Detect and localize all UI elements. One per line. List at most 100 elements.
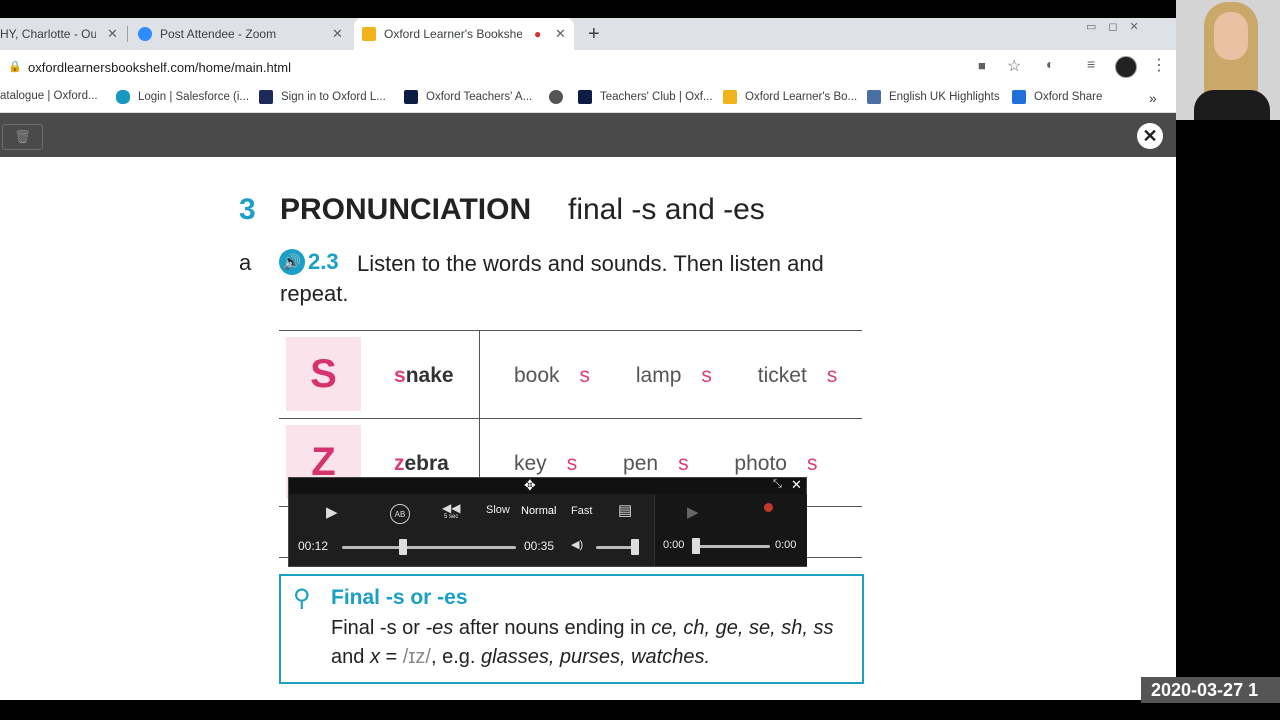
tab-close-icon[interactable]: ✕ [555,26,566,42]
speed-normal-button[interactable]: Normal [521,505,556,517]
bookmarks-more-button[interactable]: » [1149,90,1157,106]
bookmark-teachers-club[interactable]: Teachers' Club | Oxf... [578,90,713,104]
word-ending: s [806,452,818,475]
word-stem: ticket [757,364,807,387]
ab-repeat-button[interactable]: AB [390,504,410,524]
bookmark-label: Sign in to Oxford L... [281,91,386,103]
new-tab-button[interactable]: + [588,18,608,50]
word-stem: book [514,364,560,387]
player-close-icon[interactable]: ✕ [791,477,802,493]
tab-close-icon[interactable]: ✕ [332,26,343,42]
bookmark-label: English UK Highlights [889,91,1000,103]
player-drag-handle[interactable]: ✥ ⤡ ✕ [289,477,806,494]
audio-track-number[interactable]: 2.3 [308,249,339,275]
bookmark-globe[interactable] [549,90,571,104]
word-ending: s [826,364,838,387]
tab-close-icon[interactable]: ✕ [107,26,118,42]
star-icon[interactable]: ☆ [1007,56,1021,76]
example-word: ticket s [758,364,858,387]
trash-button[interactable]: 🗑 [2,124,43,150]
word-stem: key [514,452,547,475]
close-button[interactable]: ✕ [1137,123,1163,149]
speed-fast-button[interactable]: Fast [571,505,592,517]
bookshelf-icon [723,90,737,104]
oxford-icon [404,90,418,104]
example-word: book s [514,364,610,387]
bookmark-label: Login | Salesforce (i... [138,91,250,103]
bookmark-english-uk[interactable]: English UK Highlights [867,90,1000,104]
salesforce-icon [116,90,130,104]
avatar[interactable] [1115,56,1137,78]
english-uk-icon [867,90,881,104]
tab-label: Post Attendee - Zoom [160,27,277,41]
collapse-icon[interactable]: ⤡ [773,478,782,491]
tab-label: Oxford Learner's Bookshelf | [384,27,522,41]
bookmark-oxford-share[interactable]: Oxford Share [1012,90,1102,104]
progress-track[interactable] [342,546,516,549]
total-time: 00:35 [524,539,555,553]
url-field[interactable]: oxfordlearnersbookshelf.com/home/main.ht… [28,60,291,75]
tip-text-part: Final -s or [331,617,426,639]
recorder-play-button[interactable]: ▶ [687,503,699,521]
recording-handle[interactable] [692,538,700,554]
transcript-icon[interactable]: ▤ [618,501,632,519]
webcam-person-shirt [1194,90,1270,120]
word-ending: s [701,364,712,387]
bookmark-salesforce[interactable]: Login | Salesforce (i... [116,90,249,104]
extension-icon[interactable]: ◐ [1046,56,1054,72]
bookmark-catalogue[interactable]: atalogue | Oxford... [0,90,98,102]
bookmark-oup[interactable]: Sign in to Oxford L... [259,90,386,104]
speaker-icon[interactable]: 🔊 [279,249,305,275]
table-rule [279,418,862,419]
example-words: key s pen s photo s [514,452,857,476]
trash-icon: 🗑 [14,129,31,144]
progress-handle[interactable] [398,539,407,555]
table-rule [279,330,862,331]
move-icon[interactable]: ✥ [524,477,536,494]
sound-word: zebra [394,452,449,475]
tab-oxford-bookshelf[interactable]: Oxford Learner's Bookshelf | ● ✕ [354,18,574,50]
camera-icon[interactable]: ■ [978,58,986,73]
bookmark-label: Oxford Teachers' A... [426,91,533,103]
tip-text-part: ce, ch, ge, se, [651,617,776,639]
sound-word: snake [394,364,454,387]
exercise-instruction: Listen to the words and sounds. Then lis… [280,251,824,306]
recording-end-time: 0:00 [775,539,797,551]
lock-icon: 🔒 [8,61,22,73]
ipa-symbol: /ɪz/ [402,646,431,668]
play-button[interactable]: ▶ [326,503,338,521]
tab-zoom[interactable]: Post Attendee - Zoom ✕ [130,18,350,50]
bookmarks-bar: atalogue | Oxford... Login | Salesforce … [0,84,1176,113]
elapsed-time: 00:12 [298,539,329,553]
app-toolbar: 🗑 ✕ [0,113,1176,157]
volume-icon[interactable]: ◀) [571,538,583,551]
tab-label: HY, Charlotte - Outlo [0,27,96,41]
section-title: PRONUNCIATION [280,193,532,226]
speed-slow-button[interactable]: Slow [486,504,510,516]
bookmark-learners-bookshelf[interactable]: Oxford Learner's Bo... [723,90,857,104]
example-word: pen s [623,452,709,475]
word-stem: lamp [635,364,682,387]
recording-start-time: 0:00 [663,539,685,551]
tip-text-part: and [331,646,370,668]
media-icon[interactable]: ≡ [1087,56,1095,72]
bookmark-oxford-teachers[interactable]: Oxford Teachers' A... [404,90,532,104]
tip-box: ⚲ Final -s or -es Final -s or -es after … [279,574,864,684]
window-controls[interactable]: ▭◻✕ [1086,20,1151,33]
recording-icon: ● [534,27,542,41]
tab-outlook[interactable]: HY, Charlotte - Outlo ✕ [0,18,124,50]
skip-back-button[interactable]: ◀◀ [442,501,460,515]
recording-track[interactable] [692,545,770,548]
tip-text-part: = [379,646,403,668]
address-bar: 🔒 oxfordlearnersbookshelf.com/home/main.… [0,50,1176,84]
bookshelf-icon [362,27,376,41]
skip-label: 5 sec [444,514,459,520]
browser-tab-bar: HY, Charlotte - Outlo ✕ Post Attendee - … [0,18,1176,50]
menu-icon[interactable]: ⋮ [1151,55,1167,75]
volume-handle[interactable] [631,539,639,555]
word-ending: s [579,364,591,387]
tip-text-part: -es [425,617,454,639]
record-button[interactable] [764,503,773,512]
table-divider [479,330,480,418]
audio-player[interactable]: ✥ ⤡ ✕ ▶ AB ◀◀ 5 sec Slow Normal Fast ▤ 0… [288,477,807,567]
